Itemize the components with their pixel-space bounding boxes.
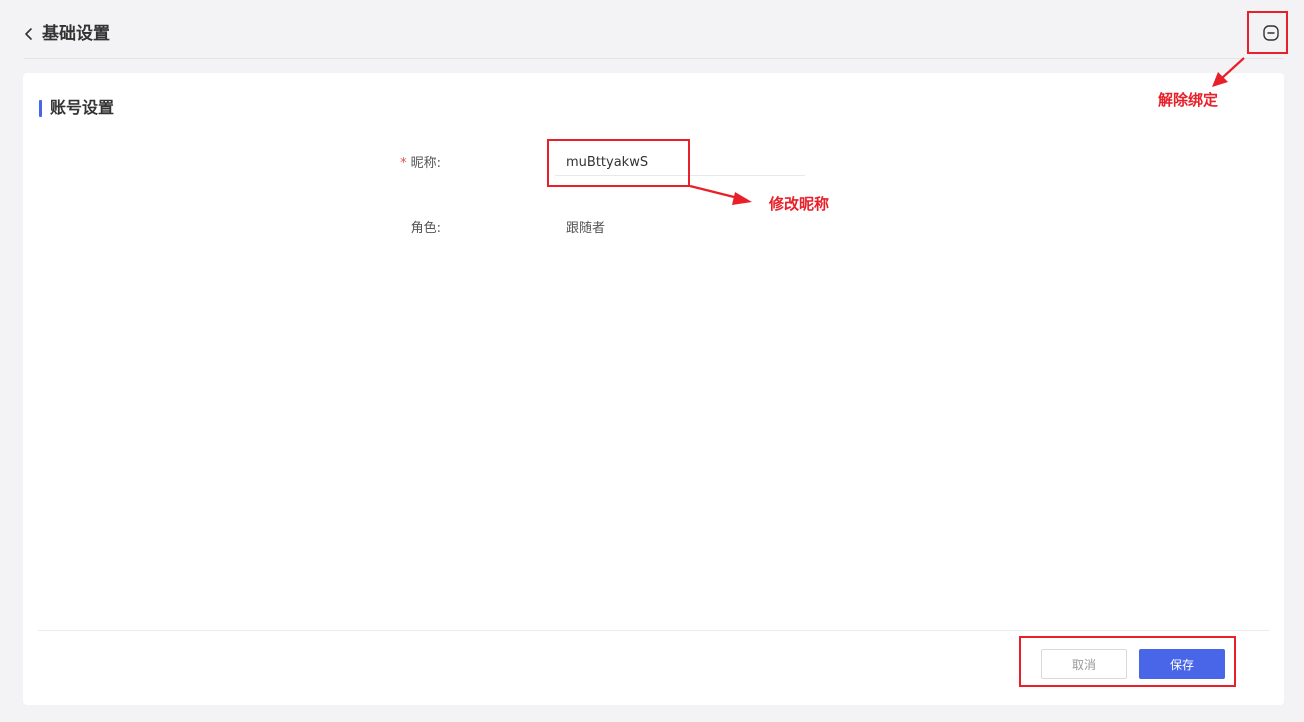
cancel-button[interactable]: 取消 [1041,649,1127,679]
top-bar: 基础设置 [0,0,1304,58]
nickname-label: * 昵称: [23,154,441,174]
nickname-annotation: 修改昵称 [769,195,830,213]
unbind-annotation: 解除绑定 [1158,91,1219,109]
nickname-input[interactable] [555,150,805,176]
minus-circle-icon [1263,25,1279,41]
footer-divider [38,630,1269,631]
role-label: 角色: [410,221,441,236]
header-divider [24,58,1284,59]
save-button[interactable]: 保存 [1139,649,1225,679]
required-mark: * [400,156,407,171]
section-title: 账号设置 [50,98,115,117]
back-button[interactable]: 基础设置 [24,22,110,46]
nickname-label-text: 昵称: [410,156,441,171]
page-title: 基础设置 [42,24,110,44]
role-value: 跟随者 [566,221,606,236]
section-header: 账号设置 [39,98,114,118]
chevron-left-icon [25,28,32,40]
account-settings-card: 账号设置 *昵称: 角色: 跟随者 取消 保存 [23,73,1284,705]
unbind-button[interactable] [1262,24,1280,42]
section-accent-bar [39,99,42,117]
